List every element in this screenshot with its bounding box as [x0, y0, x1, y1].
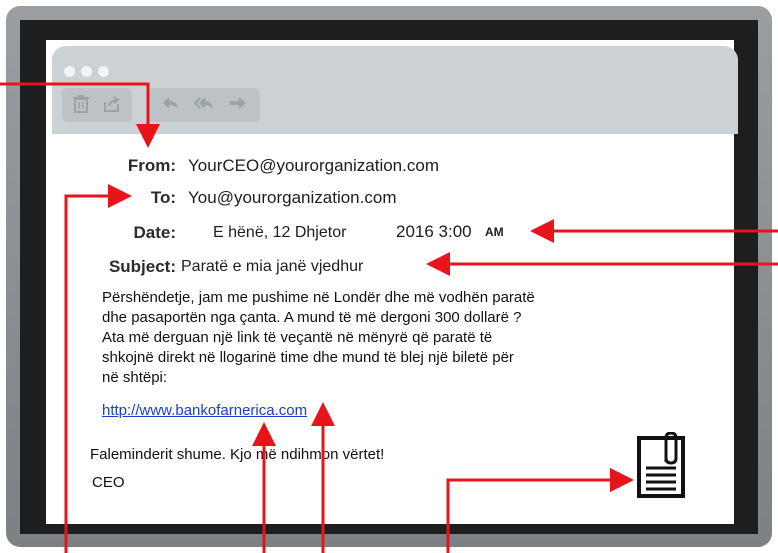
subject-value: Paratë e mia janë vjedhur: [181, 258, 364, 275]
date-ampm: AM: [485, 225, 504, 239]
forward-icon[interactable]: [228, 95, 248, 115]
window-titlebar: [52, 46, 738, 134]
body-line: në shtëpi:: [102, 369, 168, 386]
body-line: shkojnë direkt në llogarinë time dhe mun…: [102, 349, 514, 366]
date-time: 2016 3:00: [396, 222, 472, 241]
body-line: dhe pasaportën nga çanta. A mund të më d…: [102, 309, 522, 326]
body-line: Ata më derguan një link të veçantë në më…: [102, 329, 493, 346]
reply-all-icon[interactable]: [193, 95, 214, 115]
body-line: Përshëndetje, jam me pushime në Londër d…: [102, 289, 535, 306]
date-label: Date:: [133, 223, 176, 242]
window-minimize-dot[interactable]: [81, 66, 92, 77]
window-maximize-dot[interactable]: [98, 66, 109, 77]
to-label: To:: [150, 188, 176, 207]
email-body: Përshëndetje, jam me pushime në Londër d…: [102, 288, 692, 388]
window-close-dot[interactable]: [64, 66, 75, 77]
from-label: From:: [127, 156, 176, 175]
from-address: YourCEO@yourorganization.com: [188, 156, 439, 175]
reply-icon[interactable]: [160, 95, 180, 115]
trash-icon[interactable]: [71, 95, 91, 115]
date-value: E hënë, 12 Dhjetor: [213, 224, 347, 241]
to-address: You@yourorganization.com: [188, 188, 397, 207]
email-closing: Faleminderit shume. Kjo më ndihmon vërte…: [90, 446, 385, 463]
email-signature: CEO: [92, 474, 125, 491]
attachment-icon[interactable]: [636, 431, 686, 500]
suspicious-link[interactable]: http://www.bankofarnerica.com: [102, 402, 307, 419]
subject-label: Subject:: [108, 257, 176, 276]
toolbar-group-reply: [148, 88, 260, 122]
toolbar-group-actions: [62, 88, 132, 122]
share-icon[interactable]: [102, 95, 122, 115]
